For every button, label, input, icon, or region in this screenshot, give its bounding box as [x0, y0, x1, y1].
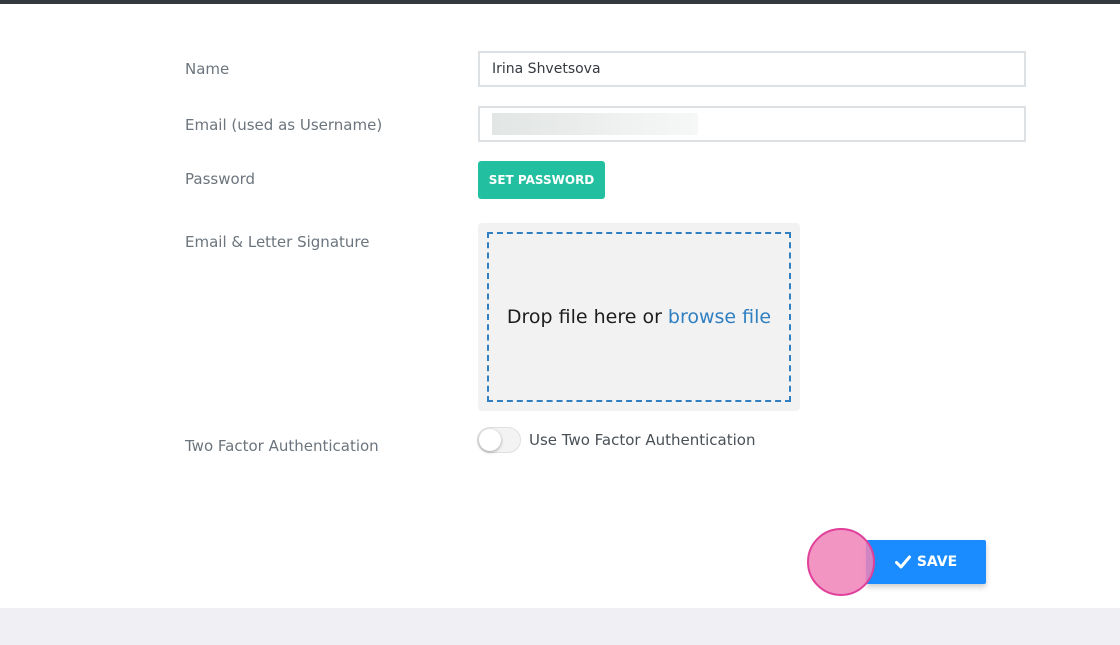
signature-dropzone[interactable]: Drop file here or browse file: [478, 223, 800, 411]
click-indicator: [807, 528, 875, 596]
name-field[interactable]: Irina Shvetsova: [478, 51, 1026, 87]
two-factor-label: Two Factor Authentication: [185, 437, 379, 455]
save-button[interactable]: SAVE: [866, 540, 986, 584]
dropzone-area[interactable]: Drop file here or browse file: [487, 232, 791, 402]
set-password-button[interactable]: SET PASSWORD: [478, 161, 605, 199]
name-label: Name: [185, 60, 230, 78]
footer-bar: [0, 608, 1120, 645]
email-redacted-value: [492, 113, 698, 135]
two-factor-toggle-label[interactable]: Use Two Factor Authentication: [529, 431, 755, 449]
dropzone-text: Drop file here or: [506, 306, 662, 328]
email-field[interactable]: [478, 106, 1026, 142]
save-button-label: SAVE: [916, 554, 958, 570]
browse-file-link[interactable]: browse file: [668, 306, 771, 328]
check-icon: [894, 555, 911, 569]
toggle-knob: [479, 429, 501, 451]
top-bar: [0, 0, 1120, 4]
two-factor-toggle[interactable]: [477, 427, 521, 453]
signature-label: Email & Letter Signature: [185, 233, 370, 251]
name-field-value: Irina Shvetsova: [492, 61, 601, 77]
password-label: Password: [185, 170, 256, 188]
email-label: Email (used as Username): [185, 116, 383, 134]
